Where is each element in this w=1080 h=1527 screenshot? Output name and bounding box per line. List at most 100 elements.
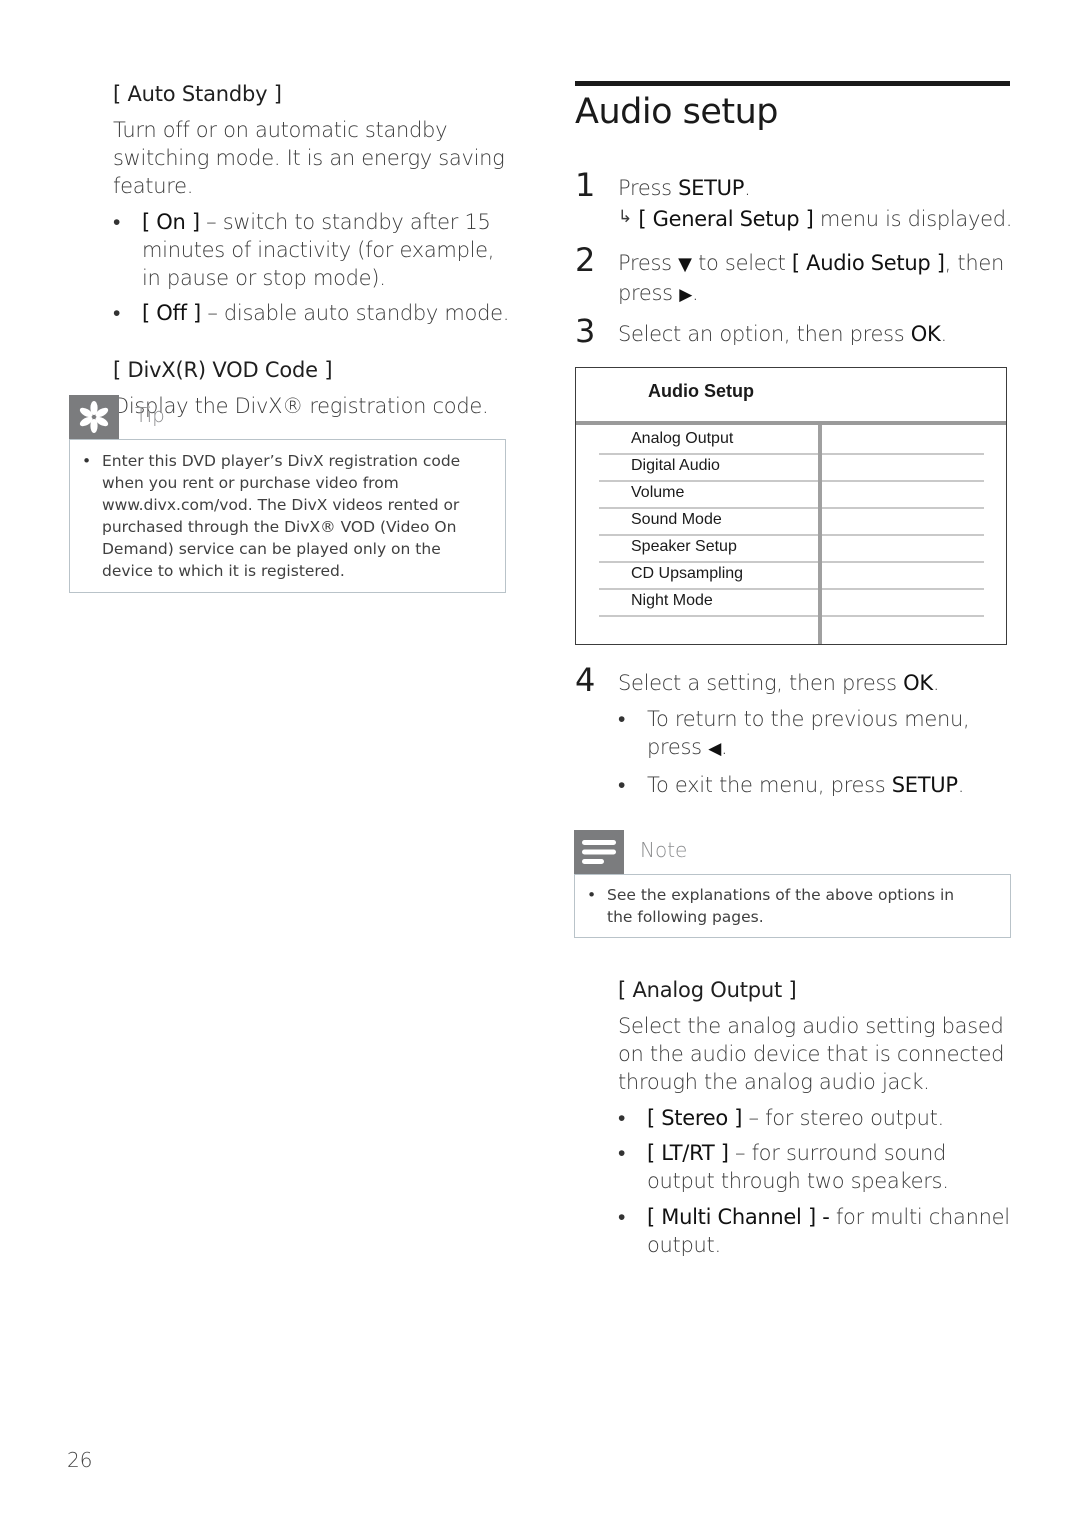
menu-row-divider	[599, 561, 818, 563]
menu-row-divider	[822, 480, 984, 482]
step-number-1: 1	[575, 166, 596, 204]
step-4: Select a setting, then press OK. • To re…	[618, 669, 1013, 799]
analog-option-stereo: • [ Stereo ] – for stereo output.	[618, 1104, 1013, 1132]
menu-name: [ General Setup ]	[638, 207, 814, 231]
menu-item: Digital Audio	[631, 457, 720, 474]
menu-name: [ Audio Setup ]	[791, 251, 945, 275]
menu-header-divider	[576, 421, 1006, 425]
bullet: •	[618, 1141, 626, 1165]
result-arrow-icon: ↳	[618, 207, 632, 227]
menu-row-divider	[599, 480, 818, 482]
section-title: Audio setup	[575, 92, 779, 132]
note-lines-icon	[574, 830, 624, 874]
step-text: Select a setting, then press	[618, 671, 904, 695]
step-text: menu is displayed.	[813, 207, 1013, 231]
note-body: • See the explanations of the above opti…	[574, 874, 1011, 938]
menu-item: Night Mode	[631, 592, 713, 609]
bullet-text: To return to the previous menu, press	[647, 707, 970, 759]
step-text: Press	[618, 176, 679, 200]
left-arrow-icon: ◀	[708, 739, 721, 759]
right-arrow-icon: ▶	[679, 285, 692, 305]
option-label: [ Multi Channel ]	[647, 1205, 816, 1229]
menu-row-divider	[822, 561, 984, 563]
page-number: 26	[67, 1448, 93, 1472]
menu-row-divider	[599, 453, 818, 455]
option-label: [ Off ]	[142, 301, 201, 325]
menu-row-divider	[599, 534, 818, 536]
analog-option-ltrt: • [ LT/RT ] – for surround sound output …	[618, 1139, 1013, 1195]
step-text: to select	[691, 251, 792, 275]
step-number-2: 2	[575, 241, 596, 279]
menu-item: Sound Mode	[631, 511, 722, 528]
menu-row-divider	[599, 615, 818, 617]
step-text: Press	[618, 251, 679, 275]
step-1: Press SETUP. ↳ [ General Setup ] menu is…	[618, 174, 1013, 235]
menu-row-divider	[822, 453, 984, 455]
analog-output-heading: [ Analog Output ]	[618, 978, 797, 1002]
tip-header: Tip	[69, 395, 506, 439]
step-number-4: 4	[575, 661, 596, 699]
menu-item: Speaker Setup	[631, 538, 737, 555]
option-label: [ Stereo ]	[647, 1106, 743, 1130]
note-callout: Note • See the explanations of the above…	[574, 830, 1011, 938]
bullet: •	[618, 1106, 626, 1130]
step-3: Select an option, then press OK.	[618, 320, 1013, 348]
key-setup: SETUP	[891, 773, 958, 797]
bullet: •	[618, 707, 626, 731]
bullet-text: .	[720, 735, 728, 759]
step-text: Select an option, then press	[618, 322, 911, 346]
analog-output-section: [ Analog Output ] Select the analog audi…	[618, 976, 1013, 1259]
bullet: •	[82, 452, 92, 470]
menu-item: CD Upsampling	[631, 565, 744, 582]
key-ok: OK	[903, 671, 933, 695]
auto-standby-description: Turn off or on automatic standby switchi…	[113, 118, 505, 198]
tip-label: Tip	[135, 403, 165, 427]
step-text: .	[691, 281, 699, 305]
bullet-text: To exit the menu, press	[647, 773, 892, 797]
audio-setup-menu: Audio Setup Analog Output Digital Audio Vo…	[575, 367, 1007, 645]
step-number-3: 3	[575, 312, 596, 350]
note-item: • See the explanations of the above opti…	[587, 884, 967, 928]
tip-item: • Enter this DVD player’s DivX registrat…	[82, 450, 495, 582]
option-label: [ On ]	[142, 210, 200, 234]
bullet: •	[618, 1205, 626, 1229]
divx-vod-heading: [ DivX(R) VOD Code ]	[113, 358, 333, 382]
key-setup: SETUP	[678, 176, 745, 200]
menu-row-divider	[822, 588, 984, 590]
bullet: •	[113, 301, 121, 325]
left-column: [ Auto Standby ] Turn off or on automati…	[113, 80, 513, 420]
note-text: See the explanations of the above option…	[607, 886, 955, 926]
key-ok: OK	[910, 322, 941, 346]
asterisk-tip-icon	[69, 395, 119, 439]
step-text: .	[932, 671, 940, 695]
option-text: – disable auto standby mode.	[200, 301, 510, 325]
analog-option-multichannel: • [ Multi Channel ] - for multi channel …	[618, 1203, 1013, 1259]
note-header: Note	[574, 830, 1011, 874]
menu-row-divider	[599, 507, 818, 509]
step-1-result: ↳ [ General Setup ] menu is displayed.	[618, 205, 1013, 235]
menu-row-divider	[822, 615, 984, 617]
step-4-bullet-return: • To return to the previous menu, press …	[618, 705, 1002, 763]
menu-title: Audio Setup	[648, 381, 754, 401]
auto-standby-option-off: • [ Off ] – disable auto standby mode.	[113, 299, 513, 327]
option-separator: -	[815, 1205, 836, 1229]
menu-item: Volume	[631, 484, 685, 501]
step-text: .	[744, 176, 751, 200]
menu-item: Analog Output	[631, 430, 734, 447]
down-arrow-icon: ▼	[678, 254, 692, 275]
menu-row-divider	[822, 507, 984, 509]
option-label: [ LT/RT ]	[647, 1141, 729, 1165]
menu-row-divider	[822, 534, 984, 536]
bullet: •	[587, 886, 597, 904]
bullet-text: .	[957, 773, 965, 797]
tip-callout: Tip • Enter this DVD player’s DivX regis…	[69, 395, 506, 593]
auto-standby-heading: [ Auto Standby ]	[113, 82, 282, 106]
bullet: •	[113, 210, 121, 234]
option-text: – for stereo output.	[742, 1106, 945, 1130]
bullet: •	[618, 773, 626, 797]
step-4-bullet-exit: • To exit the menu, press SETUP.	[618, 771, 1013, 799]
step-2: Press ▼ to select [ Audio Setup ], then …	[618, 249, 1013, 309]
step-text: .	[940, 322, 948, 346]
tip-body: • Enter this DVD player’s DivX registrat…	[69, 439, 506, 593]
auto-standby-option-on: • [ On ] – switch to standby after 15 mi…	[113, 208, 513, 292]
